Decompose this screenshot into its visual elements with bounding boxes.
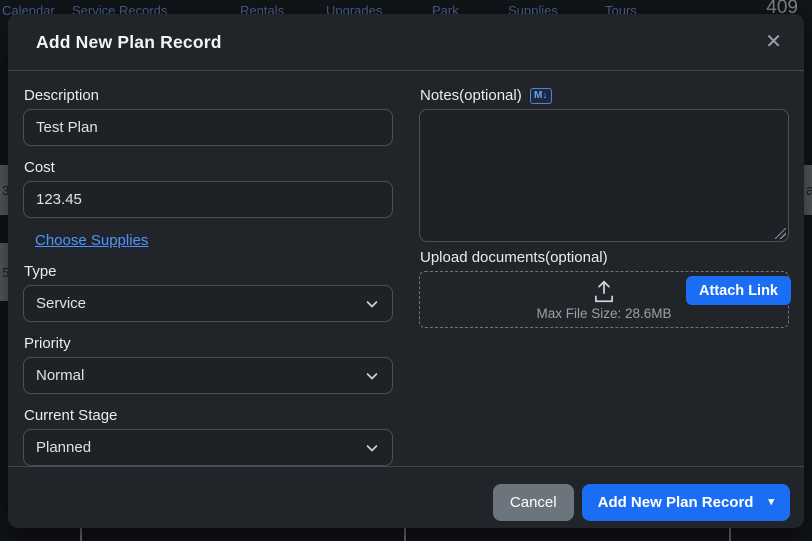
priority-select-value: Normal bbox=[36, 367, 364, 384]
description-input[interactable] bbox=[23, 109, 393, 146]
cost-label: Cost bbox=[24, 159, 393, 176]
upload-icon bbox=[591, 280, 617, 304]
current-stage-select[interactable]: Planned bbox=[23, 429, 393, 466]
description-label: Description bbox=[24, 87, 393, 104]
supplies-link-row: Choose Supplies bbox=[35, 232, 393, 250]
priority-label: Priority bbox=[24, 335, 393, 352]
chevron-down-icon bbox=[364, 368, 380, 384]
cancel-button[interactable]: Cancel bbox=[493, 484, 574, 521]
markdown-icon: M↓ bbox=[530, 88, 552, 104]
notes-label-row: Notes(optional) M↓ bbox=[419, 87, 789, 104]
attach-link-button[interactable]: Attach Link bbox=[686, 276, 791, 305]
current-stage-select-value: Planned bbox=[36, 439, 364, 456]
form-left-column: Description Cost Choose Supplies Type Se… bbox=[23, 87, 393, 466]
form-right-column: Notes(optional) M↓ Upload documents(opti… bbox=[419, 87, 789, 466]
priority-select[interactable]: Normal bbox=[23, 357, 393, 394]
submit-button-label: Add New Plan Record bbox=[598, 494, 754, 511]
modal-title: Add New Plan Record bbox=[36, 32, 222, 53]
cost-input[interactable] bbox=[23, 181, 393, 218]
current-stage-label: Current Stage bbox=[24, 407, 393, 424]
notes-label: Notes(optional) bbox=[420, 87, 522, 104]
upload-dropzone[interactable]: Max File Size: 28.6MB Attach Link bbox=[419, 271, 789, 328]
caret-down-icon[interactable]: ▾ bbox=[768, 497, 774, 508]
notes-textarea[interactable] bbox=[419, 109, 789, 242]
modal-footer: Cancel Add New Plan Record ▾ bbox=[8, 466, 804, 541]
max-file-size-text: Max File Size: 28.6MB bbox=[536, 306, 671, 321]
screen: Calendar Service Records Rentals Upgrade… bbox=[0, 0, 812, 541]
add-plan-record-modal: Add New Plan Record ✕ Description Cost C… bbox=[8, 14, 804, 528]
add-new-plan-record-button[interactable]: Add New Plan Record ▾ bbox=[582, 484, 790, 521]
upload-documents-label: Upload documents(optional) bbox=[420, 249, 789, 266]
choose-supplies-link[interactable]: Choose Supplies bbox=[35, 232, 148, 249]
type-select[interactable]: Service bbox=[23, 285, 393, 322]
chevron-down-icon bbox=[364, 440, 380, 456]
close-icon[interactable]: ✕ bbox=[761, 28, 786, 56]
modal-header: Add New Plan Record ✕ bbox=[8, 14, 804, 71]
modal-body: Description Cost Choose Supplies Type Se… bbox=[8, 71, 804, 466]
type-label: Type bbox=[24, 263, 393, 280]
notes-field-wrap bbox=[419, 109, 789, 242]
type-select-value: Service bbox=[36, 295, 364, 312]
chevron-down-icon bbox=[364, 296, 380, 312]
